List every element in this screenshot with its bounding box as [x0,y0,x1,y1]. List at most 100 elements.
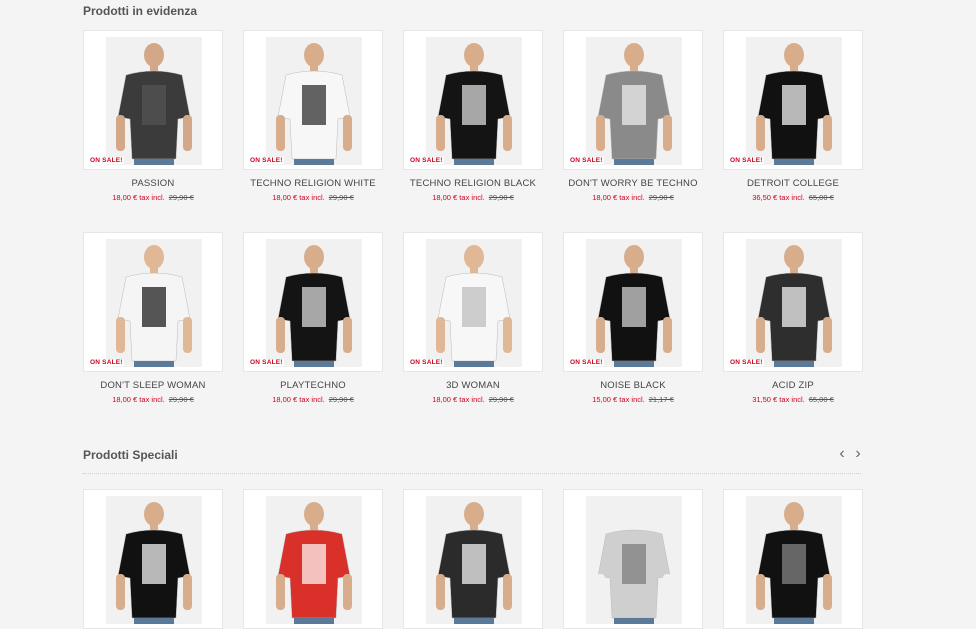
product-price: 36,50 € tax incl. [752,193,805,202]
product-image[interactable] [83,489,223,629]
product-price: 31,50 € tax incl. [752,395,805,404]
product-name-link[interactable]: TECHNO RELIGION WHITE [243,178,383,189]
product-image[interactable]: ON SALE! [723,30,863,170]
chevron-right-icon[interactable]: › [852,446,864,462]
product-old-price: 29,90 € [328,193,354,202]
product-old-price: 65,00 € [808,395,834,404]
product-card [563,489,703,629]
product-photo [266,37,362,165]
product-price-row: 31,50 € tax incl. 65,00 € [723,395,863,404]
section-divider [83,473,861,474]
product-card [243,489,383,629]
product-card: ON SALE! ACID ZIP 31,50 € tax incl. 65,00 € [723,232,863,404]
on-sale-badge: ON SALE! [89,157,124,164]
specials-section-title: Prodotti Speciali [83,448,178,462]
product-photo [586,496,682,624]
product-photo [426,239,522,367]
product-name-link[interactable]: TECHNO RELIGION BLACK [403,178,543,189]
product-photo [106,37,202,165]
product-old-price: 29,90 € [648,193,674,202]
product-photo [106,496,202,624]
product-price-row: 36,50 € tax incl. 65,00 € [723,193,863,202]
product-price: 18,00 € tax incl. [432,395,485,404]
product-image[interactable] [403,489,543,629]
product-card: ON SALE! DON'T WORRY BE TECHNO 18,00 € tax… [563,30,703,202]
product-image[interactable] [723,489,863,629]
product-photo [586,239,682,367]
product-price-row: 18,00 € tax incl. 29,90 € [563,193,703,202]
product-image[interactable] [563,489,703,629]
product-image[interactable]: ON SALE! [723,232,863,372]
product-price: 18,00 € tax incl. [112,193,165,202]
product-name-link[interactable]: NOISE BLACK [563,380,703,391]
product-card: ON SALE! DETROIT COLLEGE 36,50 € tax incl.… [723,30,863,202]
product-photo [746,37,842,165]
product-card [723,489,863,629]
product-card: ON SALE! NOISE BLACK 15,00 € tax incl. 21,1… [563,232,703,404]
on-sale-badge: ON SALE! [569,157,604,164]
product-image[interactable]: ON SALE! [563,232,703,372]
product-photo [266,239,362,367]
on-sale-badge: ON SALE! [569,359,604,366]
product-old-price: 29,90 € [328,395,354,404]
on-sale-badge: ON SALE! [409,157,444,164]
featured-section-title: Prodotti in evidenza [83,4,198,18]
product-photo [586,37,682,165]
product-image[interactable]: ON SALE! [83,232,223,372]
product-name-link[interactable]: DON'T SLEEP WOMAN [83,380,223,391]
product-name-link[interactable]: PASSION [83,178,223,189]
product-price: 18,00 € tax incl. [112,395,165,404]
product-image[interactable]: ON SALE! [403,30,543,170]
product-price: 18,00 € tax incl. [272,395,325,404]
product-name-link[interactable]: DETROIT COLLEGE [723,178,863,189]
on-sale-badge: ON SALE! [729,157,764,164]
product-name-link[interactable]: ACID ZIP [723,380,863,391]
product-price: 18,00 € tax incl. [272,193,325,202]
product-card [403,489,543,629]
product-card [83,489,223,629]
product-price-row: 18,00 € tax incl. 29,90 € [403,193,543,202]
product-card: ON SALE! PLAYTECHNO 18,00 € tax incl. 29,90… [243,232,383,404]
product-price-row: 18,00 € tax incl. 29,90 € [403,395,543,404]
product-price-row: 18,00 € tax incl. 29,90 € [243,395,383,404]
product-price-row: 18,00 € tax incl. 29,90 € [83,395,223,404]
on-sale-badge: ON SALE! [89,359,124,366]
product-price-row: 15,00 € tax incl. 21,17 € [563,395,703,404]
product-price-row: 18,00 € tax incl. 29,90 € [83,193,223,202]
product-old-price: 65,00 € [808,193,834,202]
product-photo [266,496,362,624]
product-card: ON SALE! 3D WOMAN 18,00 € tax incl. 29,90 € [403,232,543,404]
product-old-price: 29,90 € [488,395,514,404]
product-photo [426,37,522,165]
product-image[interactable]: ON SALE! [243,232,383,372]
on-sale-badge: ON SALE! [729,359,764,366]
chevron-left-icon[interactable]: ‹ [836,446,848,462]
product-image[interactable]: ON SALE! [83,30,223,170]
product-name-link[interactable]: 3D WOMAN [403,380,543,391]
product-photo [106,239,202,367]
product-price: 15,00 € tax incl. [592,395,645,404]
product-card: ON SALE! TECHNO RELIGION BLACK 18,00 € tax… [403,30,543,202]
on-sale-badge: ON SALE! [249,359,284,366]
product-image[interactable]: ON SALE! [403,232,543,372]
product-name-link[interactable]: DON'T WORRY BE TECHNO [563,178,703,189]
product-old-price: 29,90 € [488,193,514,202]
product-old-price: 21,17 € [648,395,674,404]
product-card: ON SALE! DON'T SLEEP WOMAN 18,00 € tax inc… [83,232,223,404]
product-card: ON SALE! TECHNO RELIGION WHITE 18,00 € tax… [243,30,383,202]
product-old-price: 29,90 € [168,193,194,202]
product-image[interactable]: ON SALE! [563,30,703,170]
on-sale-badge: ON SALE! [409,359,444,366]
product-photo [746,239,842,367]
product-price: 18,00 € tax incl. [432,193,485,202]
product-price-row: 18,00 € tax incl. 29,90 € [243,193,383,202]
product-image[interactable] [243,489,383,629]
product-photo [746,496,842,624]
on-sale-badge: ON SALE! [249,157,284,164]
product-price: 18,00 € tax incl. [592,193,645,202]
product-image[interactable]: ON SALE! [243,30,383,170]
product-photo [426,496,522,624]
product-card: ON SALE! PASSION 18,00 € tax incl. 29,90 € [83,30,223,202]
product-name-link[interactable]: PLAYTECHNO [243,380,383,391]
product-old-price: 29,90 € [168,395,194,404]
